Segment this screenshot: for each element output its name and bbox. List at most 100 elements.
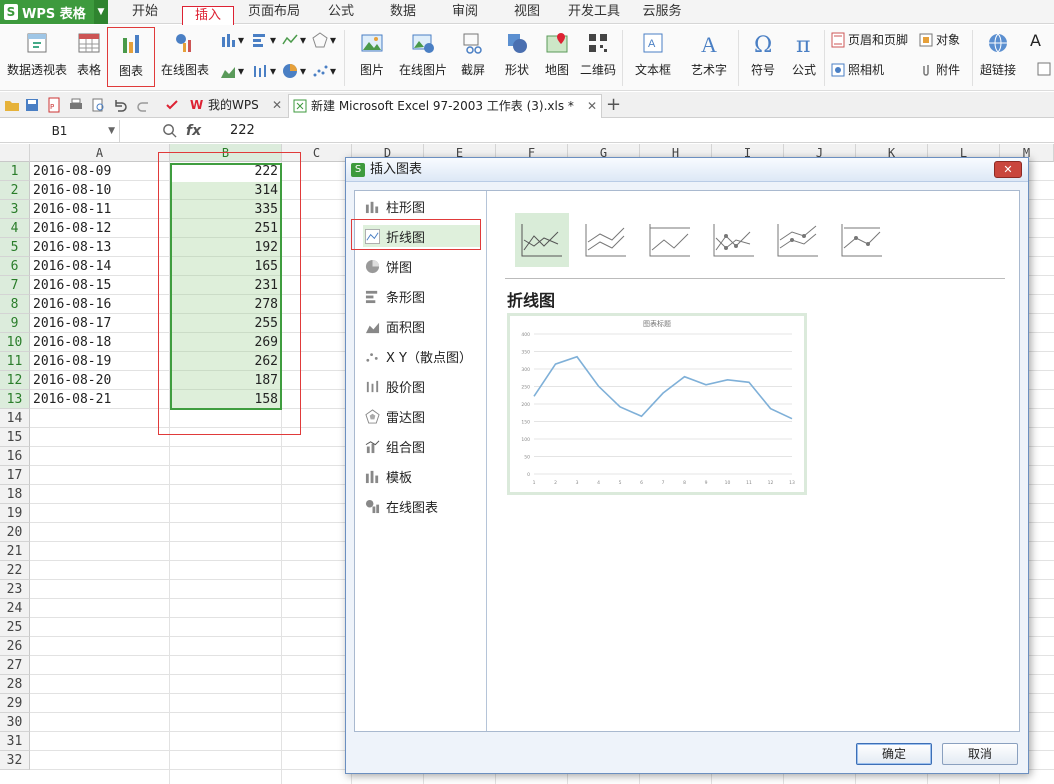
save-icon[interactable] — [24, 97, 40, 113]
undo-icon[interactable] — [112, 97, 128, 113]
object-button[interactable]: 对象 — [918, 31, 960, 48]
header-footer-button[interactable]: 页眉和页脚 — [830, 31, 908, 48]
cell-date[interactable]: 2016-08-12 — [33, 219, 111, 238]
cell-date[interactable]: 2016-08-18 — [33, 333, 111, 352]
row-header[interactable]: 12 — [0, 371, 30, 390]
chart-type-area[interactable]: 面积图 — [363, 315, 481, 337]
ok-button[interactable]: 确定 — [856, 743, 932, 765]
line-subtype-stacked-markers[interactable] — [771, 213, 825, 267]
cancel-button[interactable]: 取消 — [942, 743, 1018, 765]
row-header[interactable]: 10 — [0, 333, 30, 352]
column-header[interactable]: A — [30, 144, 170, 162]
row-header[interactable]: 24 — [0, 599, 30, 618]
row-header[interactable]: 20 — [0, 523, 30, 542]
tab-insert[interactable]: 插入 — [182, 6, 234, 25]
fx-icon[interactable]: fx — [186, 119, 201, 143]
area-chart-dropdown[interactable]: ▾ — [220, 63, 244, 79]
screenshot-button[interactable]: 截屏 — [454, 25, 492, 78]
line-subtype-basic[interactable] — [515, 213, 569, 267]
column-chart-dropdown[interactable]: ▾ — [220, 32, 244, 48]
name-box[interactable]: B1 ▼ — [0, 120, 120, 142]
chart-type-online[interactable]: 在线图表 — [363, 495, 481, 517]
tab-data[interactable]: 数据 — [380, 0, 426, 24]
chart-type-stock[interactable]: 股价图 — [363, 375, 481, 397]
cell-date[interactable]: 2016-08-17 — [33, 314, 111, 333]
app-menu-button[interactable]: S WPS 表格 ▼ — [0, 0, 108, 24]
pivot-table-button[interactable]: 数据透视表 — [6, 25, 68, 78]
more-ribbon-icon[interactable]: A — [1030, 31, 1041, 50]
cell-date[interactable]: 2016-08-19 — [33, 352, 111, 371]
shape-button[interactable]: 形状 — [498, 25, 536, 78]
row-header[interactable]: 15 — [0, 428, 30, 447]
row-header[interactable]: 29 — [0, 694, 30, 713]
chart-type-pie[interactable]: 饼图 — [363, 255, 481, 277]
scatter-chart-dropdown[interactable]: ▾ — [312, 63, 336, 79]
search-icon[interactable] — [162, 123, 177, 138]
cell-date[interactable]: 2016-08-21 — [33, 390, 111, 409]
open-folder-icon[interactable] — [4, 97, 20, 113]
qrcode-button[interactable]: 二维码 — [578, 25, 618, 78]
chart-type-radar[interactable]: 雷达图 — [363, 405, 481, 427]
row-header[interactable]: 27 — [0, 656, 30, 675]
row-header[interactable]: 25 — [0, 618, 30, 637]
hyperlink-button[interactable]: 超链接 — [978, 25, 1018, 78]
close-icon[interactable]: ✕ — [272, 94, 282, 116]
cell-date[interactable]: 2016-08-09 — [33, 162, 111, 181]
row-header[interactable]: 14 — [0, 409, 30, 428]
new-tab-icon[interactable]: + — [606, 94, 621, 115]
row-header[interactable]: 9 — [0, 314, 30, 333]
radar-chart-dropdown[interactable]: ▾ — [312, 32, 336, 48]
row-header[interactable]: 13 — [0, 390, 30, 409]
close-button[interactable]: ✕ — [994, 161, 1022, 178]
map-button[interactable]: 地图 — [542, 25, 572, 78]
row-header[interactable]: 3 — [0, 200, 30, 219]
tab-review[interactable]: 审阅 — [442, 0, 488, 24]
row-header[interactable]: 16 — [0, 447, 30, 466]
table-button[interactable]: 表格 — [74, 25, 104, 78]
picture-button[interactable]: 图片 — [350, 25, 394, 78]
cell-date[interactable]: 2016-08-14 — [33, 257, 111, 276]
line-subtype-stacked[interactable] — [579, 213, 633, 267]
print-icon[interactable] — [68, 97, 84, 113]
dialog-title-bar[interactable]: S 插入图表 ✕ — [346, 158, 1028, 182]
redo-icon[interactable] — [136, 97, 152, 113]
row-header[interactable]: 32 — [0, 751, 30, 770]
cell-date[interactable]: 2016-08-10 — [33, 181, 111, 200]
row-header[interactable]: 18 — [0, 485, 30, 504]
cell-date[interactable]: 2016-08-20 — [33, 371, 111, 390]
tab-document[interactable]: 新建 Microsoft Excel 97-2003 工作表 (3).xls *… — [288, 94, 602, 118]
tab-home[interactable]: 开始 — [122, 0, 168, 24]
row-header[interactable]: 31 — [0, 732, 30, 751]
row-header[interactable]: 23 — [0, 580, 30, 599]
wordart-button[interactable]: A 艺术字 — [684, 25, 734, 78]
chart-type-template[interactable]: 模板 — [363, 465, 481, 487]
row-header[interactable]: 17 — [0, 466, 30, 485]
chart-type-combo[interactable]: 组合图 — [363, 435, 481, 457]
tab-formulas[interactable]: 公式 — [318, 0, 364, 24]
cell-date[interactable]: 2016-08-11 — [33, 200, 111, 219]
online-picture-button[interactable]: 在线图片 — [398, 25, 448, 78]
line-chart-dropdown[interactable]: ▾ — [282, 32, 306, 48]
tab-developer[interactable]: 开发工具 — [562, 0, 626, 24]
chart-type-bar[interactable]: 条形图 — [363, 285, 481, 307]
cell-date[interactable]: 2016-08-15 — [33, 276, 111, 295]
row-header[interactable]: 2 — [0, 181, 30, 200]
pdf-icon[interactable]: P — [46, 97, 62, 113]
tab-page-layout[interactable]: 页面布局 — [244, 0, 304, 24]
tab-mywps[interactable]: W 我的WPS ✕ — [186, 94, 286, 118]
attachment-button[interactable]: 附件 — [918, 61, 960, 78]
row-header[interactable]: 21 — [0, 542, 30, 561]
symbol-button[interactable]: Ω 符号 — [744, 25, 782, 78]
row-header[interactable]: 30 — [0, 713, 30, 732]
row-header[interactable]: 19 — [0, 504, 30, 523]
row-header[interactable]: 26 — [0, 637, 30, 656]
row-header[interactable]: 6 — [0, 257, 30, 276]
row-header[interactable]: 8 — [0, 295, 30, 314]
tab-view[interactable]: 视图 — [504, 0, 550, 24]
tab-cloud[interactable]: 云服务 — [636, 0, 688, 24]
print-preview-icon[interactable] — [90, 97, 106, 113]
formula-button[interactable]: π 公式 — [788, 25, 820, 78]
chart-type-column[interactable]: 柱形图 — [363, 195, 481, 217]
chevron-down-icon[interactable]: ▼ — [108, 120, 115, 142]
row-header[interactable]: 1 — [0, 162, 30, 181]
